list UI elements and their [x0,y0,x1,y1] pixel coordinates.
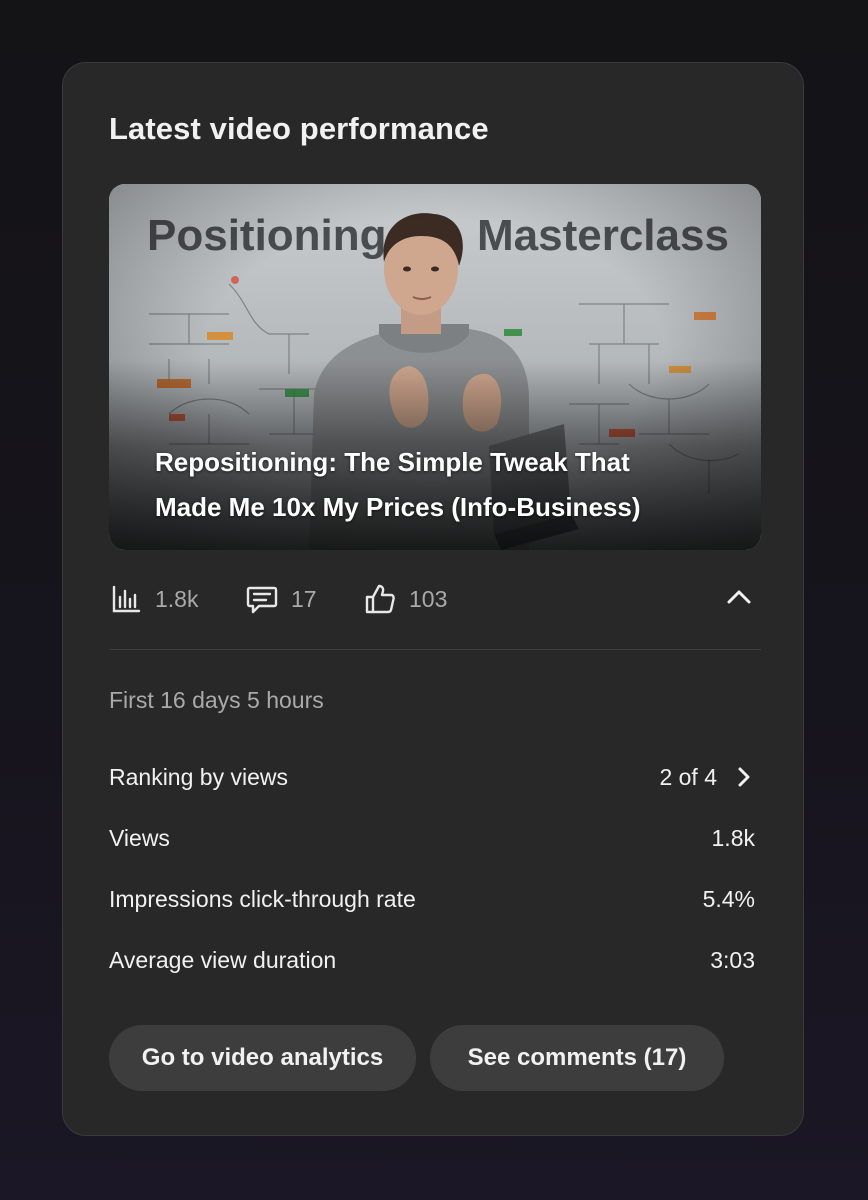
avg-duration-row: Average view duration 3:03 [109,940,755,980]
ctr-row: Impressions click-through rate 5.4% [109,879,755,919]
chevron-right-icon [733,766,755,788]
latest-video-performance-card: Latest video performance Repositioning: … [62,62,804,1136]
video-title[interactable]: Repositioning: The Simple Tweak That Mad… [155,440,721,530]
video-title-line-1: Repositioning: The Simple Tweak That [155,447,630,477]
video-title-line-2: Made Me 10x My Prices (Info-Business) [155,492,641,522]
card-title: Latest video performance [109,111,489,146]
ctr-label: Impressions click-through rate [109,885,416,912]
divider [109,649,761,650]
avg-duration-value: 3:03 [710,946,755,973]
views-row: Views 1.8k [109,818,755,858]
comments-stat: 17 [245,577,317,621]
go-to-video-analytics-button[interactable]: Go to video analytics [109,1025,416,1091]
thumbs-up-icon [363,582,397,616]
avg-duration-label: Average view duration [109,946,337,973]
likes-count: 103 [409,585,448,612]
engagement-stats: 1.8k 17 103 [109,577,761,621]
ranking-row[interactable]: Ranking by views 2 of 4 [109,757,755,797]
likes-stat: 103 [363,577,447,621]
comment-icon [245,582,279,616]
views-stat: 1.8k [109,577,198,621]
views-value: 1.8k [711,824,755,851]
collapse-button[interactable] [717,577,761,621]
see-comments-button[interactable]: See comments (17) [430,1025,724,1091]
period-label: First 16 days 5 hours [109,687,324,713]
ctr-value: 5.4% [702,885,755,912]
chevron-up-icon [726,584,752,615]
bar-chart-icon [109,582,143,616]
ranking-label: Ranking by views [109,763,288,790]
views-label: Views [109,824,170,851]
ranking-value: 2 of 4 [659,763,717,790]
comments-count: 17 [291,585,317,612]
video-thumbnail[interactable]: Positioning Masterclass [109,184,761,550]
views-count: 1.8k [155,585,199,612]
